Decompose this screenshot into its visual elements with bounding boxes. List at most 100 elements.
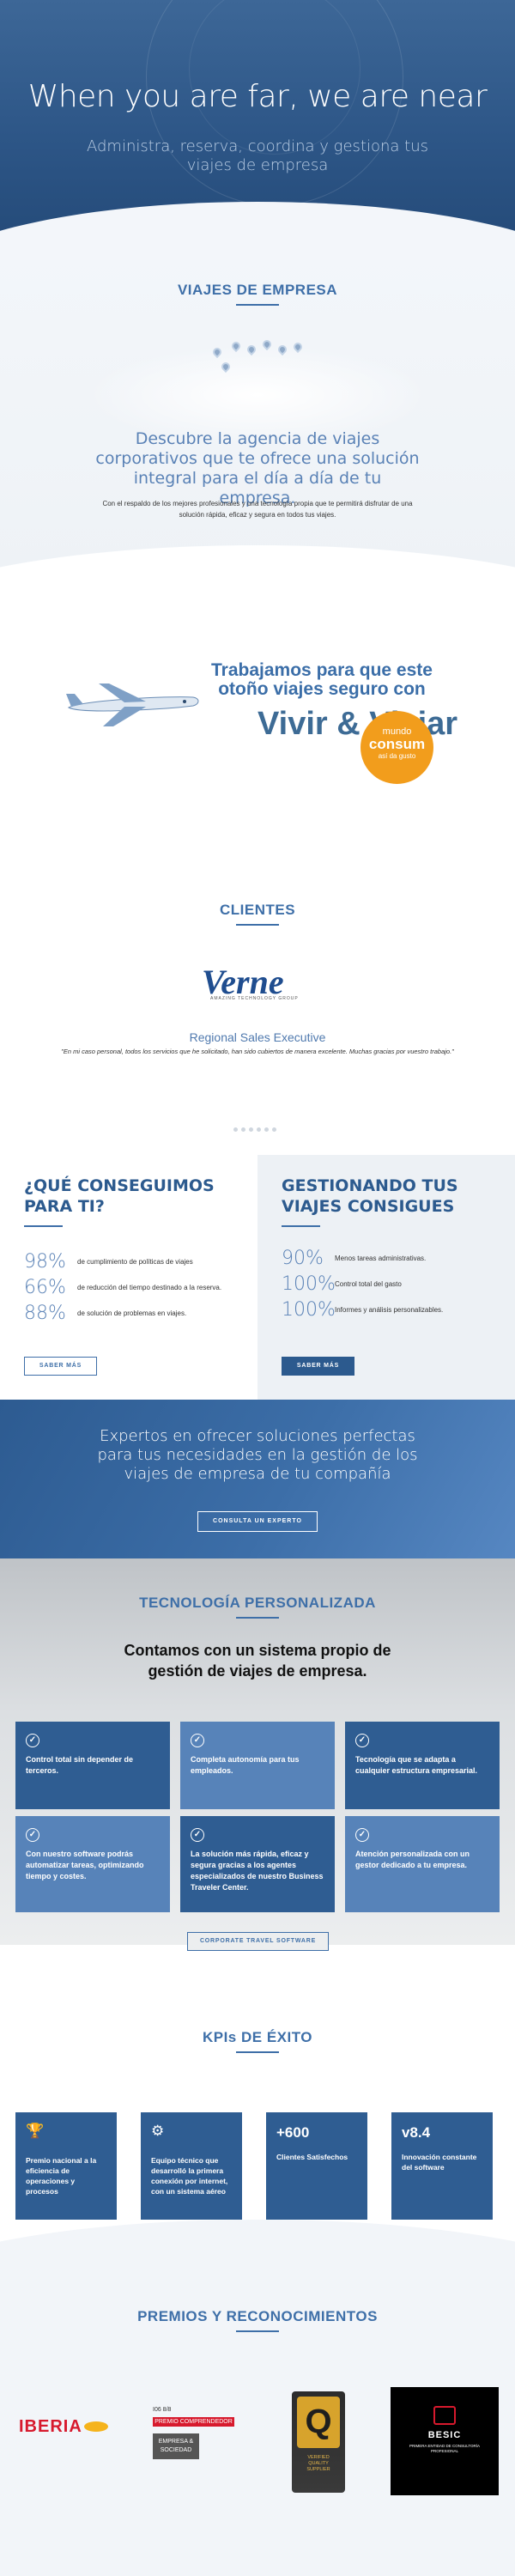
feature-text: Con nuestro software podrás automatizar …	[26, 1850, 144, 1880]
iberia-logo-text: IBERIA	[19, 2417, 82, 2436]
stat-percent: 98%	[24, 1251, 66, 1273]
briefcase-icon	[433, 2406, 456, 2425]
besic-logo: BESIC PRIMERA ENTIDAD DE CONSULTORÍA PRO…	[391, 2387, 499, 2495]
cta-text: Expertos en ofrecer soluciones perfectas…	[97, 1427, 418, 1483]
feature-text: Completa autonomía para tus empleados.	[191, 1755, 300, 1775]
heading-underline	[236, 2051, 279, 2053]
quality-q-icon: Q	[297, 2397, 340, 2448]
iberia-logo: IBERIA	[19, 2417, 108, 2437]
premio-sub: EMPRESA & SOCIEDAD	[153, 2433, 199, 2459]
stats-section: ¿QUÉ CONSEGUIMOS PARA TI? 98% de cumplim…	[0, 1155, 515, 1400]
stat-text: de solución de problemas en viajes.	[77, 1309, 187, 1317]
stat-percent: 88%	[24, 1303, 66, 1324]
verified-quality-badge: Q VERIFIED QUALITY SUPPLIER	[292, 2391, 345, 2493]
section-curve	[0, 2220, 515, 2267]
feature-text: Control total sin depender de terceros.	[26, 1755, 134, 1775]
banner-headline: Trabajamos para que este otoño viajes se…	[211, 660, 433, 699]
viajes-lead: Descubre la agencia de viajes corporativ…	[95, 429, 420, 507]
section-curve	[0, 545, 515, 592]
cta-section: Expertos en ofrecer soluciones perfectas…	[0, 1400, 515, 1558]
stat-row: 66% de reducción del tiempo destinado a …	[24, 1277, 247, 1301]
stat-percent: 66%	[24, 1277, 66, 1298]
carousel-dot[interactable]	[272, 1127, 276, 1132]
gestionando-panel: GESTIONANDO TUS VIAJES CONSIGUES 90% Men…	[258, 1155, 515, 1400]
kpi-card: v8.4 Innovación constante del software	[391, 2112, 493, 2220]
verne-logo-sub: AMAZING TECHNOLOGY GROUP	[210, 996, 299, 1001]
conseguimos-heading: ¿QUÉ CONSEGUIMOS PARA TI?	[24, 1176, 215, 1216]
carousel-dot[interactable]	[264, 1127, 269, 1132]
check-circle-icon: ✓	[355, 1734, 369, 1747]
kpi-value: +600	[276, 2124, 310, 2141]
stat-row: 100% Informes y análisis personalizables…	[282, 1299, 505, 1323]
gestionando-heading: GESTIONANDO TUS VIAJES CONSIGUES	[282, 1176, 458, 1216]
check-circle-icon: ✓	[26, 1734, 39, 1747]
carousel-dot[interactable]	[241, 1127, 245, 1132]
stat-text: Control total del gasto	[335, 1280, 402, 1288]
tech-heading: TECNOLOGÍA PERSONALIZADA	[139, 1595, 376, 1611]
feature-text: Tecnología que se adapta a cualquier est…	[355, 1755, 478, 1775]
saber-mas-button[interactable]: SABER MÁS	[282, 1357, 354, 1376]
kpis-heading: KPIs DE ÉXITO	[202, 2029, 313, 2045]
viajes-heading: VIAJES DE EMPRESA	[177, 282, 338, 298]
verne-logo: Verne AMAZING TECHNOLOGY GROUP	[202, 962, 313, 1003]
stat-text: Menos tareas administrativas.	[335, 1255, 427, 1262]
badge-brand: consum	[368, 736, 426, 752]
stat-row: 100% Control total del gasto	[282, 1273, 505, 1297]
premio-label: PREMIO COMPRENDEDOR	[153, 2417, 234, 2427]
kpi-card: 🏆 Premio nacional a la eficiencia de ope…	[15, 2112, 117, 2220]
iberia-swoosh-icon	[83, 2421, 108, 2432]
carousel-dot[interactable]	[257, 1127, 261, 1132]
premio-comprendedor-logo: I06 8/8 PREMIO COMPRENDEDOR EMPRESA & SO…	[153, 2400, 234, 2459]
consulta-experto-button[interactable]: CONSULTA UN EXPERTO	[197, 1511, 318, 1532]
promo-banner[interactable]: Trabajamos para que este otoño viajes se…	[0, 592, 515, 867]
feature-text: Atención personalizada con un gestor ded…	[355, 1850, 470, 1869]
stat-row: 88% de solución de problemas en viajes.	[24, 1303, 247, 1327]
carousel-dots[interactable]	[232, 1121, 278, 1136]
kpi-text: Innovación constante del software	[402, 2153, 477, 2172]
hero-title: When you are far, we are near	[27, 79, 488, 114]
kpi-text: Premio nacional a la eficiencia de opera…	[26, 2156, 97, 2196]
clientes-heading: CLIENTES	[219, 902, 296, 918]
quality-text: VERIFIED QUALITY SUPPLIER	[306, 2455, 330, 2472]
carousel-dot[interactable]	[249, 1127, 253, 1132]
stat-text: de cumplimiento de políticas de viajes	[77, 1258, 193, 1266]
consum-badge: mundo consum así da gusto	[360, 711, 433, 784]
besic-sub: PRIMERA ENTIDAD DE CONSULTORÍA PROFESION…	[409, 2444, 481, 2453]
stat-percent: 100%	[282, 1299, 336, 1321]
kpi-card: ⚙ Equipo técnico que desarrolló la prime…	[141, 2112, 242, 2220]
feature-card: ✓ Control total sin depender de terceros…	[15, 1722, 170, 1809]
check-circle-icon: ✓	[355, 1828, 369, 1842]
stat-percent: 100%	[282, 1273, 336, 1295]
trophy-icon: 🏆	[26, 2123, 45, 2139]
stat-row: 98% de cumplimiento de políticas de viaj…	[24, 1251, 247, 1275]
carousel-dot[interactable]	[233, 1127, 238, 1132]
stat-percent: 90%	[282, 1248, 324, 1269]
saber-mas-button[interactable]: SABER MÁS	[24, 1357, 97, 1376]
check-circle-icon: ✓	[191, 1734, 204, 1747]
airplane-icon	[66, 683, 199, 726]
heading-underline	[282, 1225, 320, 1227]
premios-heading: PREMIOS Y RECONOCIMIENTOS	[137, 2308, 378, 2324]
corporate-travel-software-button[interactable]: CORPORATE TRAVEL SOFTWARE	[187, 1932, 329, 1951]
kpi-value: v8.4	[402, 2124, 431, 2141]
feature-card: ✓ Completa autonomía para tus empleados.	[180, 1722, 335, 1809]
heading-underline	[24, 1225, 63, 1227]
badge-sub: así da gusto	[378, 752, 416, 760]
stat-row: 90% Menos tareas administrativas.	[282, 1248, 505, 1272]
besic-name: BESIC	[427, 2430, 462, 2440]
stat-text: de reducción del tiempo destinado a la r…	[77, 1284, 222, 1291]
testimonial-quote: "En mi caso personal, todos los servicio…	[61, 1048, 454, 1055]
feature-card: ✓ Tecnología que se adapta a cualquier e…	[345, 1722, 500, 1809]
kpi-card: +600 Clientes Satisfechos	[266, 2112, 367, 2220]
viajes-section: VIAJES DE EMPRESA Descubre la agencia de…	[0, 249, 515, 592]
feature-card: ✓ Con nuestro software podrás automatiza…	[15, 1816, 170, 1912]
premio-years: I06 8/8	[153, 2407, 172, 2413]
conseguimos-panel: ¿QUÉ CONSEGUIMOS PARA TI? 98% de cumplim…	[0, 1155, 258, 1400]
check-circle-icon: ✓	[26, 1828, 39, 1842]
heading-underline	[236, 304, 279, 306]
stat-text: Informes y análisis personalizables.	[335, 1306, 444, 1314]
feature-text: La solución más rápida, eficaz y segura …	[191, 1850, 324, 1892]
kpi-text: Equipo técnico que desarrolló la primera…	[151, 2156, 228, 2196]
tech-section: TECNOLOGÍA PERSONALIZADA Contamos con un…	[0, 1558, 515, 1945]
heading-underline	[236, 1617, 279, 1619]
